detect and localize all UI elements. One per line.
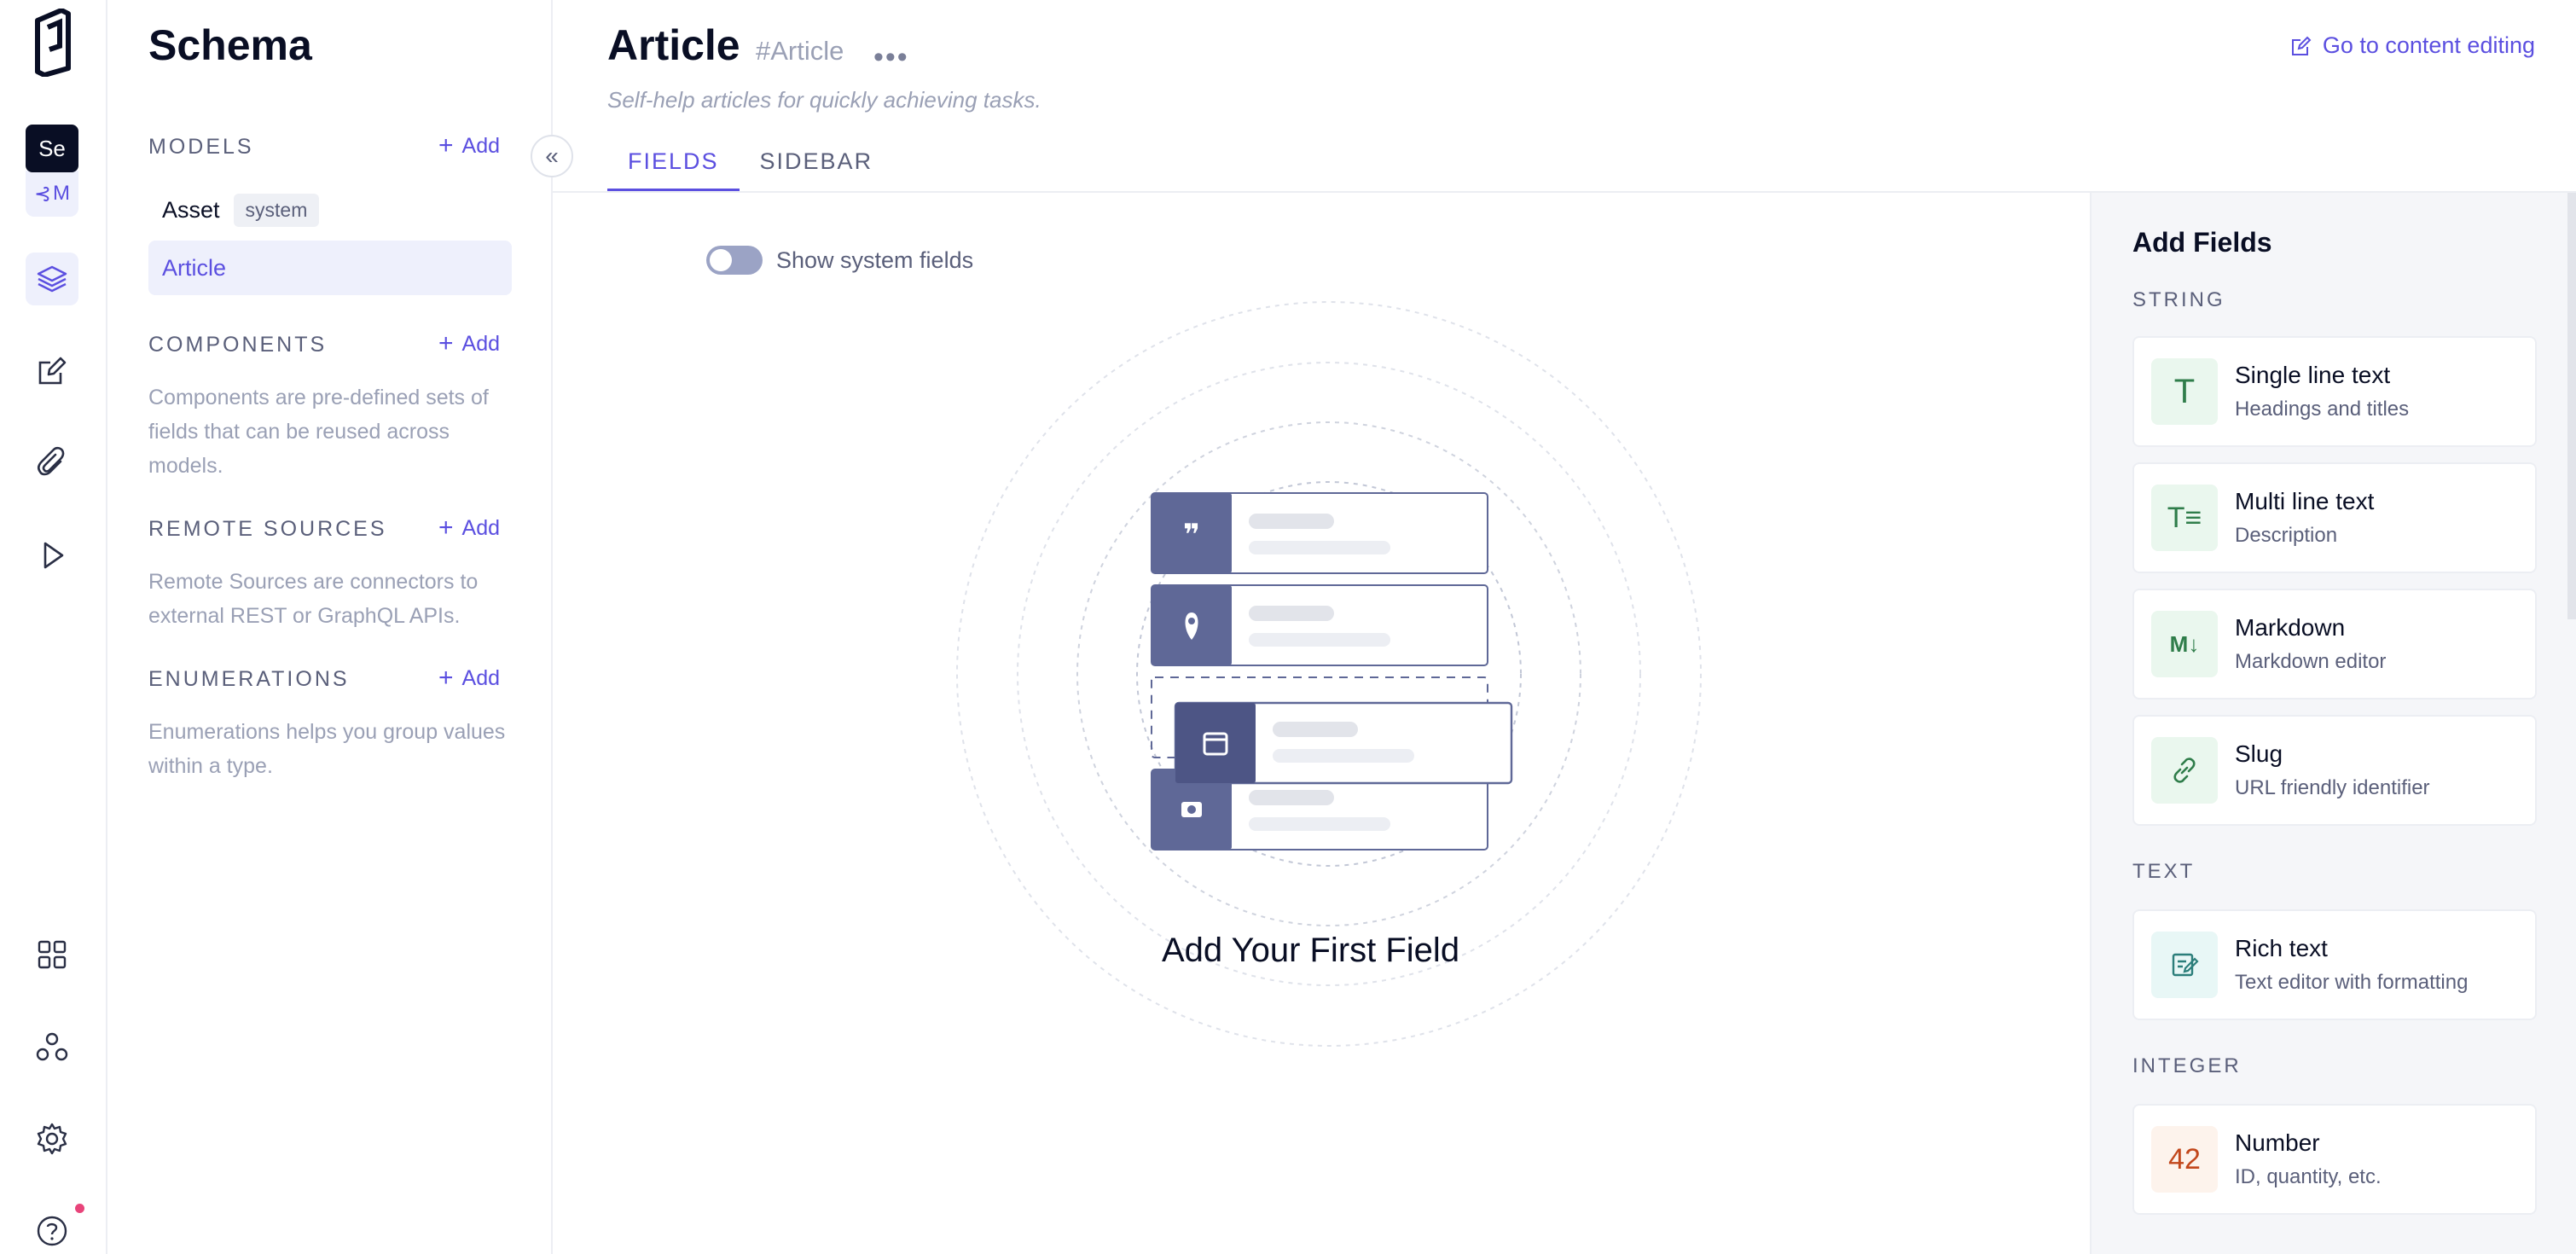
field-type-title: Slug: [2235, 740, 2283, 767]
model-item-asset[interactable]: Asset system: [148, 183, 512, 237]
sidebar-title: Schema: [148, 21, 312, 69]
go-to-content-editing-label: Go to content editing: [2322, 32, 2535, 58]
apps-nav-button[interactable]: [26, 928, 78, 981]
models-heading: MODELS: [148, 135, 254, 159]
location-field-card: [1151, 584, 1488, 666]
components-description: Components are pre-defined sets of field…: [148, 386, 489, 478]
empty-state-title: Add Your First Field: [1162, 932, 1460, 969]
enumerations-heading: ENUMERATIONS: [148, 667, 350, 691]
field-type-title: Number: [2235, 1129, 2320, 1156]
date-field-card-dragging: [1174, 701, 1513, 785]
assets-nav-button[interactable]: [26, 437, 78, 490]
enumerations-description: Enumerations helps you group values with…: [148, 720, 506, 778]
add-remote-source-label: Add: [461, 515, 500, 540]
richtext-icon: [2151, 932, 2218, 998]
tab-sidebar[interactable]: SIDEBAR: [740, 148, 894, 192]
schema-nav-button[interactable]: ⊰ M: [26, 171, 78, 217]
add-fields-panel: Add Fields STRING T Single line text Hea…: [2090, 193, 2576, 1254]
multiline-icon: T≡: [2151, 485, 2218, 551]
field-type-single-line-text[interactable]: T Single line text Headings and titles: [2132, 336, 2537, 447]
field-type-slug[interactable]: Slug URL friendly identifier: [2132, 715, 2537, 826]
schema-sidebar: Schema MODELS + Add Asset system Article …: [107, 0, 553, 1254]
panel-scrollbar[interactable]: [2567, 193, 2576, 619]
paperclip-icon: [37, 446, 65, 476]
field-type-subtitle: Markdown editor: [2235, 650, 2387, 673]
webhooks-nav-button[interactable]: [26, 1020, 78, 1073]
number-icon: 42: [2151, 1126, 2218, 1193]
webhooks-icon: [36, 1032, 68, 1061]
add-component-label: Add: [461, 331, 500, 356]
link-icon: [2151, 737, 2218, 804]
svg-text:❞: ❞: [1183, 518, 1200, 552]
field-type-rich-text[interactable]: Rich text Text editor with formatting: [2132, 909, 2537, 1020]
model-item-label: Article: [162, 254, 227, 281]
edit-icon: [38, 357, 67, 385]
quote-field-card: ❞: [1151, 492, 1488, 574]
settings-nav-button[interactable]: [26, 1112, 78, 1165]
components-heading: COMPONENTS: [148, 333, 328, 357]
edit-icon: [2291, 36, 2312, 55]
page-title: Article: [607, 21, 740, 69]
help-icon: [37, 1216, 67, 1246]
go-to-content-editing-link[interactable]: Go to content editing: [2290, 32, 2535, 59]
show-system-fields-row: Show system fields: [706, 246, 973, 275]
field-type-subtitle: Description: [2235, 524, 2338, 547]
field-type-markdown[interactable]: M↓ Markdown Markdown editor: [2132, 589, 2537, 700]
field-type-subtitle: ID, quantity, etc.: [2235, 1165, 2382, 1188]
layers-icon: [37, 265, 67, 293]
add-enumeration-button[interactable]: + Add: [438, 665, 500, 691]
show-system-fields-toggle[interactable]: [706, 246, 763, 275]
collapse-sidebar-button[interactable]: «: [531, 135, 573, 177]
apps-icon: [38, 940, 67, 969]
plus-icon: +: [438, 329, 454, 357]
text-icon: T: [2151, 358, 2218, 425]
add-model-button[interactable]: + Add: [438, 133, 500, 159]
add-component-button[interactable]: + Add: [438, 331, 500, 357]
content-nav-button[interactable]: [26, 253, 78, 305]
tab-bar: FIELDS SIDEBAR: [607, 148, 893, 192]
tab-fields[interactable]: FIELDS: [607, 148, 740, 192]
schema-icon: ⊰: [33, 182, 52, 206]
schema-letter: M: [53, 182, 71, 205]
remote-sources-description: Remote Sources are connectors to externa…: [148, 570, 479, 628]
icon-rail: Se ⊰ M: [0, 0, 107, 1254]
field-type-subtitle: Headings and titles: [2235, 398, 2410, 421]
field-type-subtitle: URL friendly identifier: [2235, 776, 2430, 799]
remote-sources-heading: REMOTE SOURCES: [148, 517, 387, 541]
field-type-multi-line-text[interactable]: T≡ Multi line text Description: [2132, 462, 2537, 573]
more-options-button[interactable]: •••: [873, 41, 909, 74]
show-system-fields-label: Show system fields: [776, 247, 974, 273]
tooltip: Se: [26, 125, 78, 172]
playground-nav-button[interactable]: [26, 529, 78, 582]
plus-icon: +: [438, 664, 454, 692]
add-remote-source-button[interactable]: + Add: [438, 515, 500, 541]
add-model-label: Add: [461, 133, 500, 158]
model-item-label: Asset: [162, 196, 220, 223]
add-enumeration-label: Add: [461, 665, 500, 690]
model-item-article[interactable]: Article: [148, 241, 512, 295]
field-type-title: Markdown: [2235, 614, 2346, 641]
double-chevron-left-icon: «: [545, 142, 559, 169]
system-badge: system: [233, 193, 320, 227]
field-type-title: Single line text: [2235, 362, 2391, 388]
plus-icon: +: [438, 514, 454, 542]
markdown-icon: M↓: [2151, 611, 2218, 677]
settings-icon: [37, 1123, 67, 1155]
text-section-heading: TEXT: [2132, 860, 2196, 883]
help-nav-button[interactable]: [26, 1205, 78, 1254]
string-section-heading: STRING: [2132, 288, 2225, 311]
logo-icon[interactable]: [31, 9, 75, 77]
model-description: Self-help articles for quickly achieving…: [607, 87, 1041, 113]
notification-dot: [75, 1204, 84, 1213]
field-type-number[interactable]: 42 Number ID, quantity, etc.: [2132, 1104, 2537, 1215]
field-type-title: Rich text: [2235, 935, 2328, 961]
integer-section-heading: INTEGER: [2132, 1054, 2242, 1077]
field-type-title: Multi line text: [2235, 488, 2375, 514]
field-type-subtitle: Text editor with formatting: [2235, 971, 2469, 994]
add-fields-title: Add Fields: [2132, 227, 2272, 258]
plus-icon: +: [438, 131, 454, 160]
play-icon: [44, 542, 64, 569]
api-id: #Article: [756, 36, 844, 66]
editor-nav-button[interactable]: [26, 345, 78, 398]
